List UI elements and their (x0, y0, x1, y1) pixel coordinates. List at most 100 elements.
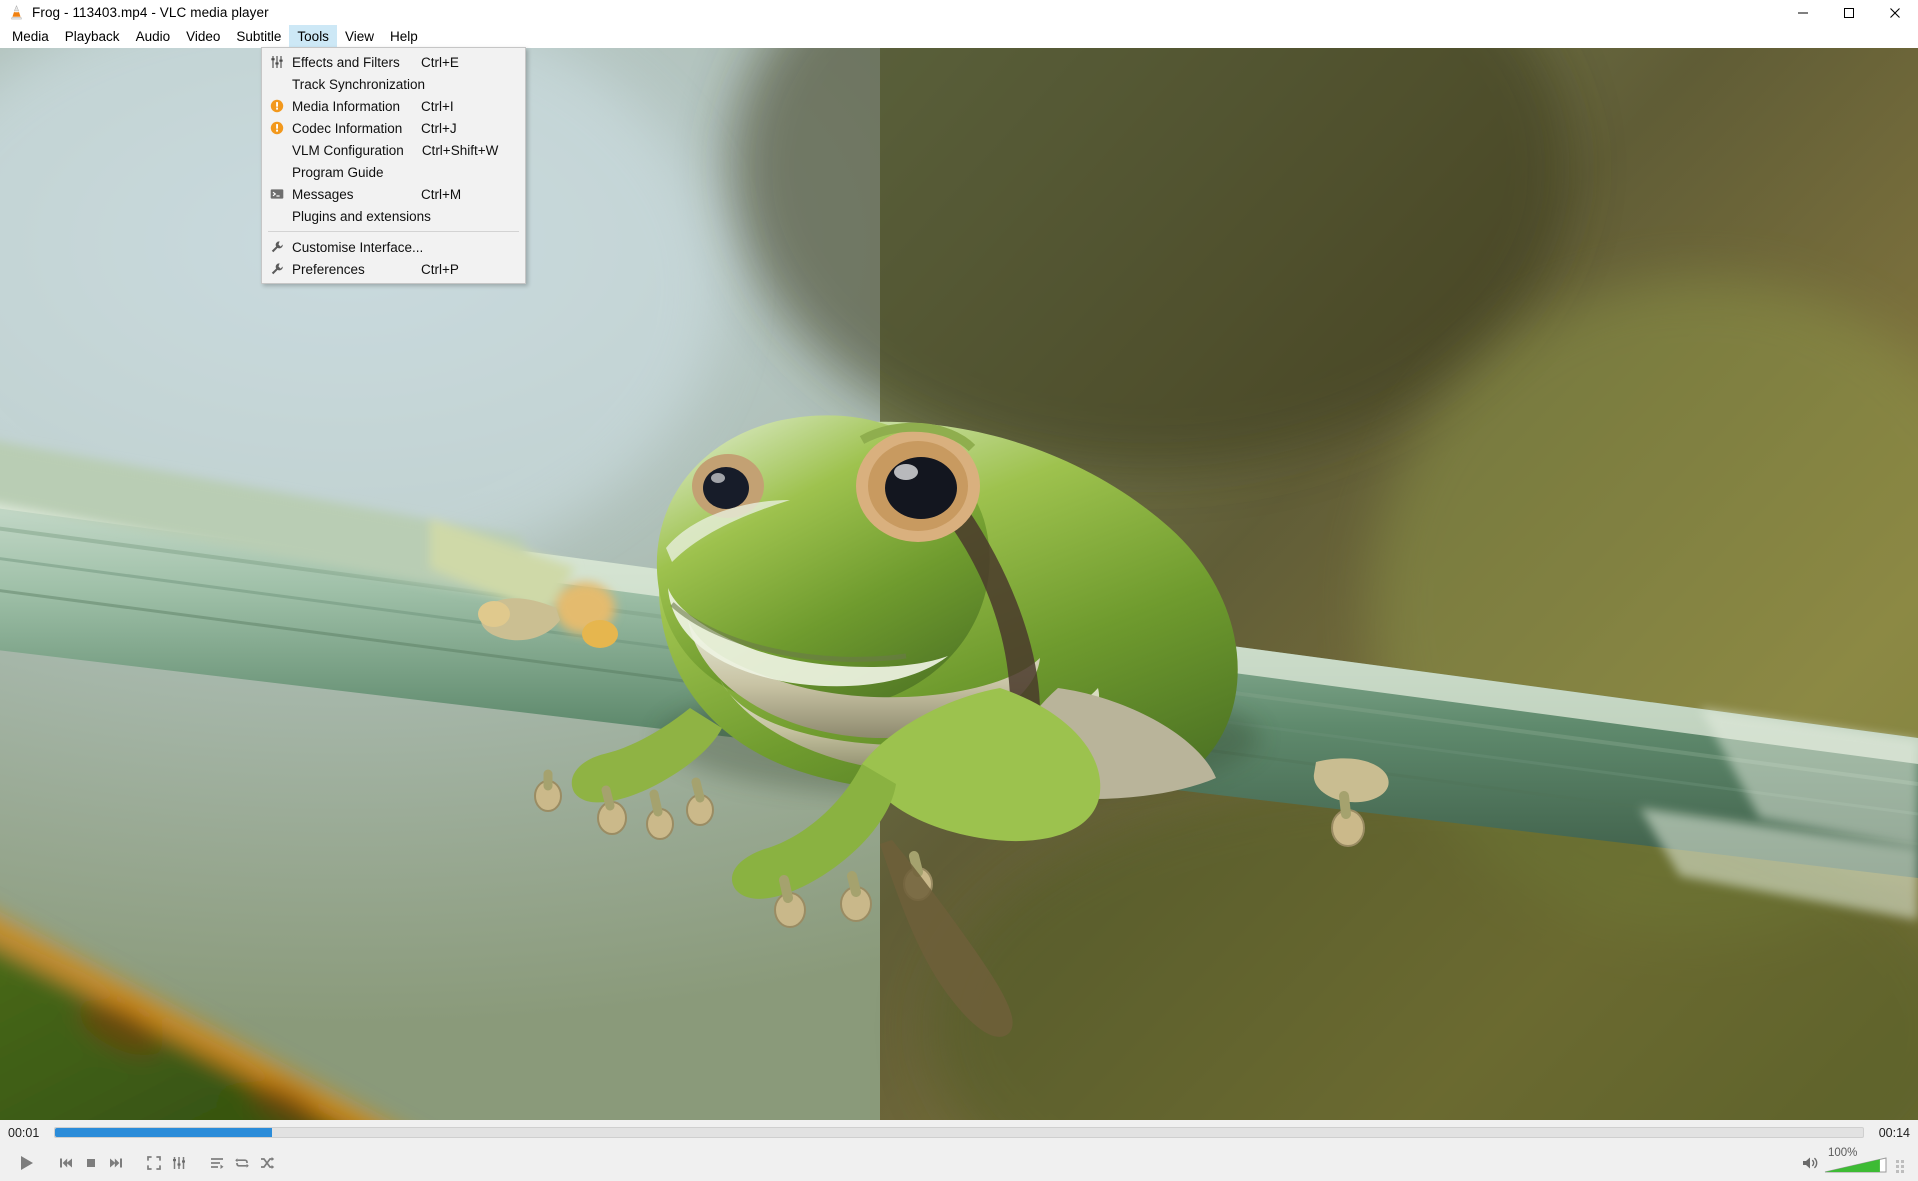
menu-item-shortcut: Ctrl+J (421, 120, 457, 136)
fullscreen-button[interactable] (142, 1151, 166, 1175)
window-controls (1780, 0, 1918, 25)
info-icon (262, 117, 292, 139)
loop-button[interactable] (230, 1151, 254, 1175)
previous-icon (60, 1158, 72, 1168)
menu-media-label: Media (12, 28, 49, 44)
stop-icon (87, 1159, 95, 1167)
menu-item-label: VLM Configuration (292, 142, 404, 158)
menu-item-program-guide[interactable]: Program Guide (262, 161, 525, 183)
close-button[interactable] (1872, 0, 1918, 25)
menu-help-label: Help (389, 28, 418, 44)
shuffle-icon (261, 1157, 275, 1169)
menu-subtitle[interactable]: Subtitle (228, 25, 289, 47)
menu-item-messages[interactable]: Messages Ctrl+M (262, 183, 525, 205)
menu-item-label: Program Guide (292, 164, 384, 180)
wrench-icon (262, 236, 292, 258)
play-icon (21, 1156, 33, 1170)
resize-grip-icon (1896, 1159, 1906, 1173)
menu-item-shortcut: Ctrl+Shift+W (421, 142, 499, 158)
next-icon (110, 1158, 122, 1168)
maximize-icon (1844, 7, 1854, 18)
mute-button[interactable] (1802, 1152, 1820, 1174)
menu-item-customise-interface[interactable]: Customise Interface... (262, 236, 525, 258)
volume-slider[interactable] (1824, 1156, 1890, 1174)
menu-item-shortcut: Ctrl+E (421, 54, 459, 70)
menu-item-vlm-configuration[interactable]: VLM Configuration Ctrl+Shift+W (262, 139, 525, 161)
menu-item-effects-and-filters[interactable]: Effects and Filters Ctrl+E (262, 51, 525, 73)
menu-separator (268, 231, 519, 232)
menu-playback[interactable]: Playback (57, 25, 128, 47)
menu-item-label: Track Synchronization (292, 76, 426, 92)
prev-stop-next-group (54, 1151, 128, 1175)
minimize-button[interactable] (1780, 0, 1826, 25)
speaker-icon (1803, 1157, 1818, 1169)
menu-item-shortcut: Ctrl+M (421, 186, 462, 202)
menu-item-label: Codec Information (292, 120, 403, 136)
previous-button[interactable] (54, 1151, 78, 1175)
no-icon (262, 73, 292, 95)
menu-item-label: Media Information (292, 98, 401, 114)
extended-settings-button[interactable] (167, 1151, 191, 1175)
total-time: 00:14 (1878, 1125, 1910, 1140)
equalizer-icon (262, 51, 292, 73)
menu-view[interactable]: View (337, 25, 382, 47)
menu-video[interactable]: Video (178, 25, 228, 47)
console-icon (262, 183, 292, 205)
menu-help[interactable]: Help (382, 25, 426, 47)
title-bar: Frog - 113403.mp4 - VLC media player (0, 0, 1918, 25)
close-icon (1890, 7, 1900, 18)
vlc-window: Frog - 113403.mp4 - VLC media player Med… (0, 0, 1918, 1181)
fullscreen-icon (147, 1156, 161, 1170)
random-button[interactable] (255, 1151, 279, 1175)
menu-tools[interactable]: Tools (289, 25, 337, 47)
menu-video-label: Video (186, 28, 221, 44)
menu-subtitle-label: Subtitle (236, 28, 282, 44)
menu-audio[interactable]: Audio (128, 25, 179, 47)
seek-row: 00:01 00:14 (0, 1120, 1918, 1145)
volume-slider-track (1824, 1157, 1887, 1173)
tools-dropdown-menu: Effects and Filters Ctrl+E Track Synchro… (261, 47, 526, 284)
view-group (142, 1151, 191, 1175)
menu-item-label: Messages (292, 186, 354, 202)
menu-item-codec-information[interactable]: Codec Information Ctrl+J (262, 117, 525, 139)
seek-fill (55, 1128, 272, 1137)
equalizer-icon (173, 1157, 185, 1169)
play-button[interactable] (8, 1147, 44, 1179)
playlist-icon (211, 1158, 224, 1169)
stop-button[interactable] (79, 1151, 103, 1175)
maximize-button[interactable] (1826, 0, 1872, 25)
menu-item-shortcut: Ctrl+P (421, 261, 459, 277)
title-bar-left: Frog - 113403.mp4 - VLC media player (0, 4, 269, 21)
menu-item-label: Effects and Filters (292, 54, 400, 70)
seek-slider[interactable] (54, 1127, 1864, 1138)
menu-playback-label: Playback (64, 28, 120, 44)
menu-item-media-information[interactable]: Media Information Ctrl+I (262, 95, 525, 117)
menu-item-preferences[interactable]: Preferences Ctrl+P (262, 258, 525, 280)
menu-item-plugins-and-extensions[interactable]: Plugins and extensions (262, 205, 525, 227)
playlist-button[interactable] (205, 1151, 229, 1175)
control-bar: 00:01 00:14 100% (0, 1120, 1918, 1181)
menu-audio-label: Audio (135, 28, 171, 44)
menu-item-track-synchronization[interactable]: Track Synchronization (262, 73, 525, 95)
menu-media[interactable]: Media (4, 25, 57, 47)
playlist-group (205, 1151, 279, 1175)
elapsed-time: 00:01 (8, 1125, 40, 1140)
menu-tools-label: Tools (297, 28, 329, 44)
menu-item-shortcut: Ctrl+I (421, 98, 454, 114)
menu-item-label: Plugins and extensions (292, 208, 431, 224)
wrench-icon (262, 258, 292, 280)
transport-controls: 100% (0, 1145, 1918, 1181)
info-icon (262, 95, 292, 117)
next-button[interactable] (104, 1151, 128, 1175)
menu-item-label: Preferences (292, 261, 365, 277)
window-title: Frog - 113403.mp4 - VLC media player (32, 5, 269, 20)
vlc-cone-icon (11, 5, 22, 20)
volume-control: 100% (1802, 1147, 1910, 1174)
no-icon (262, 161, 292, 183)
minimize-icon (1798, 12, 1808, 13)
no-icon (262, 205, 292, 227)
no-icon (262, 139, 292, 161)
menu-bar: Media Playback Audio Video Subtitle Tool… (0, 25, 1918, 48)
loop-icon (235, 1158, 249, 1168)
menu-view-label: View (344, 28, 374, 44)
